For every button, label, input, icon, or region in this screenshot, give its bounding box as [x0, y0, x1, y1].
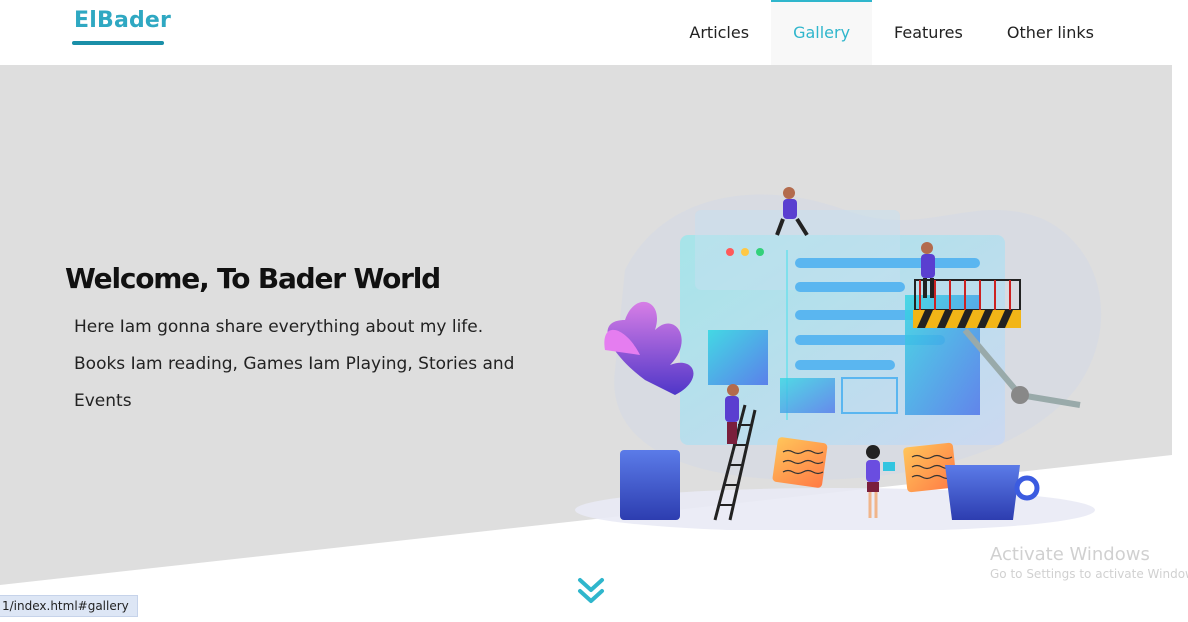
brand-logo[interactable]: ElBader	[72, 8, 173, 33]
watermark-title: Activate Windows	[990, 544, 1150, 565]
hero-description: Here Iam gonna share everything about my…	[74, 309, 534, 420]
nav-articles-link[interactable]: Articles	[667, 0, 771, 65]
double-chevron-down-icon[interactable]	[577, 576, 605, 606]
hero-title: Welcome, To Bader World	[65, 262, 441, 295]
hero-line: Books Iam reading, Games Iam Playing, St…	[74, 354, 515, 374]
hero-line: Here Iam gonna share everything about my…	[74, 317, 484, 337]
hero-illustration	[575, 187, 1102, 530]
nav-features-link[interactable]: Features	[872, 0, 985, 65]
nav-gallery-link[interactable]: Gallery	[771, 0, 873, 65]
os-activation-watermark: Activate Windows Go to Settings to activ…	[990, 544, 1188, 581]
site-header: ElBader Articles Gallery Features Other …	[0, 0, 1172, 65]
nav-other-links-link[interactable]: Other links	[985, 0, 1116, 65]
logo-underline	[72, 41, 164, 45]
main-nav: Articles Gallery Features Other links	[667, 0, 1116, 65]
watermark-subtitle: Go to Settings to activate Windows.	[990, 567, 1188, 581]
hero-line: Events	[74, 391, 132, 411]
browser-status-url: 1/index.html#gallery	[0, 595, 138, 617]
